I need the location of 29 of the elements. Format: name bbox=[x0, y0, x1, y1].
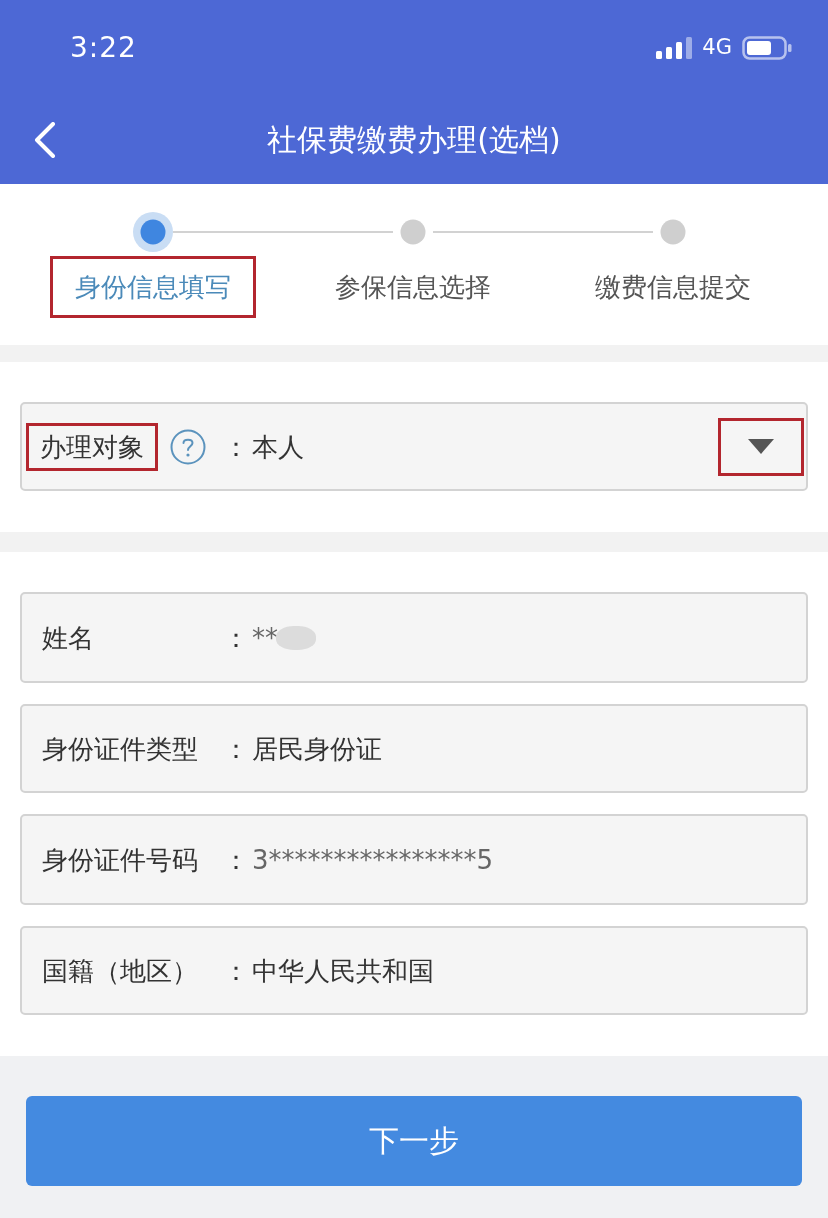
network-label: 4G bbox=[702, 37, 732, 58]
step-label[interactable]: 参保信息选择 bbox=[310, 256, 516, 318]
signal-bars-icon bbox=[656, 36, 693, 59]
status-time: 3:22 bbox=[70, 33, 137, 62]
next-step-button[interactable]: 下一步 bbox=[26, 1096, 802, 1186]
help-icon[interactable] bbox=[170, 428, 206, 465]
field-label: 国籍（地区） bbox=[42, 955, 198, 986]
battery-icon bbox=[742, 35, 792, 60]
field-value: 中华人民共和国 bbox=[252, 955, 434, 986]
field-separator: ： bbox=[222, 844, 250, 875]
subject-select[interactable]: 办理对象 ：本人 bbox=[20, 402, 808, 491]
field-value: 居民身份证 bbox=[252, 733, 382, 764]
caret-icon bbox=[748, 439, 774, 454]
field-separator: ： bbox=[222, 622, 250, 653]
field-value: 3****************5 bbox=[252, 844, 494, 875]
field-value: ** bbox=[252, 622, 278, 653]
field-label: 姓名 bbox=[42, 622, 94, 653]
field-separator: ： bbox=[222, 431, 250, 462]
field-separator: ： bbox=[222, 955, 250, 986]
field-value: 本人 bbox=[252, 431, 304, 462]
field-label: 身份证件号码 bbox=[42, 844, 198, 875]
back-icon[interactable] bbox=[33, 121, 57, 158]
step-label[interactable]: 身份信息填写 bbox=[50, 256, 256, 318]
page-title: 社保费缴费办理(选档) bbox=[267, 121, 561, 158]
step-label[interactable]: 缴费信息提交 bbox=[570, 256, 776, 318]
field-label: 身份证件类型 bbox=[42, 733, 198, 764]
field-separator: ： bbox=[222, 733, 250, 764]
field-label: 办理对象 bbox=[26, 422, 158, 471]
dropdown-toggle[interactable] bbox=[718, 417, 804, 476]
